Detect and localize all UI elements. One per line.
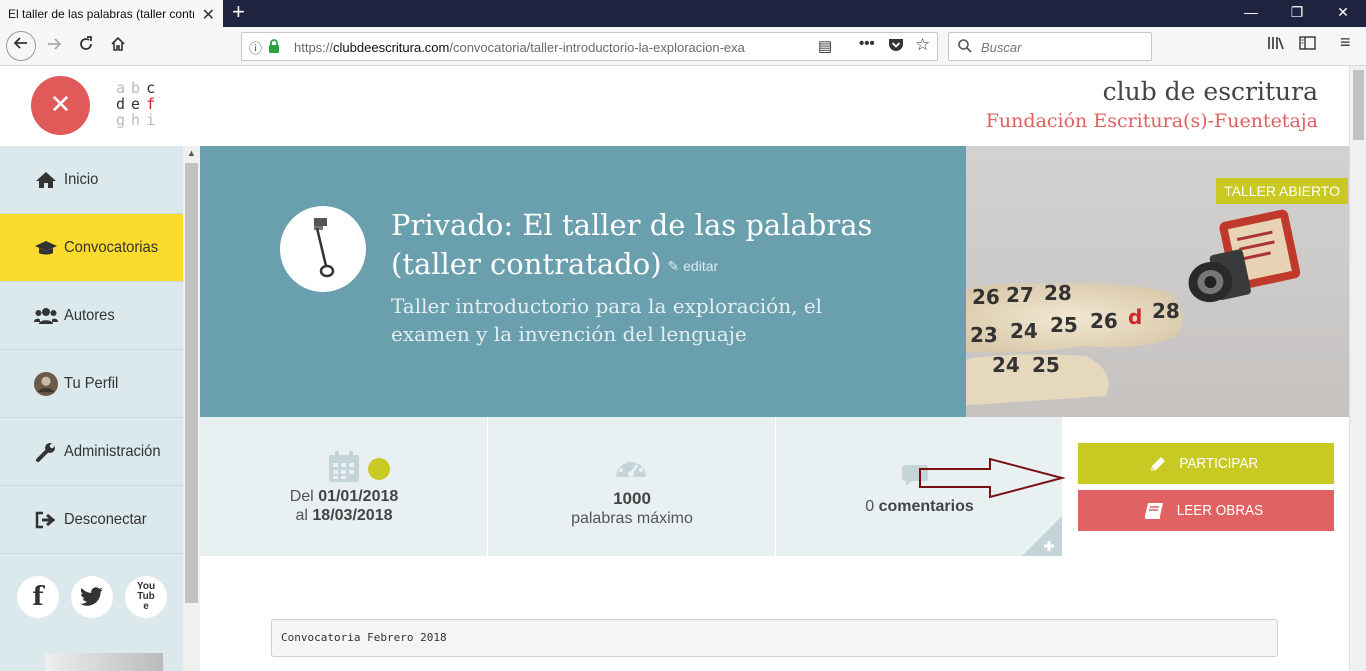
search-bar[interactable]: Buscar <box>948 32 1152 61</box>
minimize-icon[interactable]: — <box>1228 0 1274 27</box>
url-bar[interactable]: ⓘ https://clubdeescritura.com/convocator… <box>241 32 938 61</box>
page-scroll-thumb[interactable] <box>1353 70 1364 140</box>
bookmark-star-icon[interactable]: ☆ <box>915 35 930 55</box>
svg-text:26: 26 <box>1090 309 1118 333</box>
svg-text:d: d <box>1128 305 1142 329</box>
wrench-icon <box>34 441 58 463</box>
search-icon <box>958 39 972 53</box>
book-icon <box>1145 502 1164 519</box>
svg-text:25: 25 <box>1032 353 1060 377</box>
sidebar-item-administracion[interactable]: Administración <box>0 418 183 486</box>
svg-text:28: 28 <box>1044 281 1072 305</box>
tab-title: El taller de las palabras (taller contra <box>8 6 194 21</box>
content-code-block: Convocatoria Febrero 2018 <box>271 619 1278 657</box>
sidebar-item-desconectar[interactable]: Desconectar <box>0 486 183 554</box>
users-icon <box>34 305 58 327</box>
browser-tab[interactable]: El taller de las palabras (taller contra… <box>0 0 223 27</box>
svg-text:23: 23 <box>970 323 998 347</box>
avatar-icon <box>34 371 58 396</box>
sidebar-toggle-icon[interactable] <box>1299 35 1316 56</box>
reader-view-icon[interactable]: ▤ <box>818 37 832 55</box>
sidebar-item-tu-perfil[interactable]: Tu Perfil <box>0 350 183 418</box>
menu-icon[interactable]: ≡ <box>1340 32 1351 53</box>
svg-text:25: 25 <box>1050 313 1078 337</box>
svg-text:26: 26 <box>972 285 1000 309</box>
more-actions-icon[interactable]: ••• <box>859 35 875 52</box>
pocket-icon[interactable] <box>888 37 904 56</box>
hero-banner: Privado: El taller de las palabras (tall… <box>200 146 966 417</box>
search-placeholder: Buscar <box>981 40 1022 55</box>
back-arrow-icon[interactable] <box>6 31 36 61</box>
reload-icon[interactable] <box>72 33 100 61</box>
brand-subtitle: Fundación Escritura(s)-Fuentetaja <box>985 110 1318 132</box>
browser-nav-bar: ⓘ https://clubdeescritura.com/convocator… <box>0 27 1366 66</box>
sidebar-scrollbar[interactable]: ▲ <box>183 146 200 671</box>
participar-button[interactable]: PARTICIPAR <box>1078 443 1334 484</box>
twitter-link[interactable] <box>71 576 113 618</box>
sidebar-bottom-image <box>45 653 163 671</box>
dates-cell: Del 01/01/2018 al 18/03/2018 <box>200 417 488 556</box>
window-close-icon[interactable]: ✕ <box>1320 0 1366 27</box>
comments-count: 0 comentarios <box>865 498 974 515</box>
browser-tab-bar: El taller de las palabras (taller contra… <box>0 0 1366 27</box>
key-avatar <box>280 206 366 292</box>
scroll-up-icon[interactable]: ▲ <box>187 148 196 158</box>
leer-obras-button[interactable]: LEER OBRAS <box>1078 490 1334 531</box>
forward-arrow-icon[interactable] <box>40 33 68 61</box>
page-title: Privado: El taller de las palabras (tall… <box>391 208 873 281</box>
annotation-arrow <box>919 457 1066 499</box>
lock-icon <box>269 39 279 53</box>
edit-link[interactable]: ✎ editar <box>668 258 719 274</box>
gauge-icon <box>616 457 646 477</box>
restore-icon[interactable]: ❐ <box>1274 0 1320 27</box>
hero-image: 26 27 28 23 24 25 26 d 28 24 25 TALLER A… <box>966 146 1349 417</box>
sidebar: Inicio Convocatorias Autores Tu Perfil A… <box>0 146 183 671</box>
status-dot <box>368 458 390 480</box>
library-icon[interactable] <box>1267 35 1285 56</box>
key-icon <box>314 218 335 278</box>
calendar-icon <box>329 451 359 482</box>
close-icon: ✕ <box>49 89 72 119</box>
facebook-link[interactable]: f <box>17 576 59 618</box>
brand-title[interactable]: club de escritura <box>1103 77 1318 106</box>
sidebar-item-inicio[interactable]: Inicio <box>0 146 183 214</box>
pencil-icon <box>1151 456 1166 471</box>
home-browser-icon[interactable] <box>104 33 132 61</box>
words-limit: 1000 palabras máximo <box>571 489 693 527</box>
page: ✕ abc def ghi club de escritura Fundació… <box>0 66 1349 671</box>
youtube-icon: YouTube <box>136 581 156 612</box>
sidebar-scroll-thumb[interactable] <box>185 163 198 603</box>
twitter-icon <box>80 587 103 606</box>
svg-text:24: 24 <box>1010 319 1038 343</box>
svg-text:28: 28 <box>1152 299 1180 323</box>
graduation-cap-icon <box>34 237 58 259</box>
sidebar-item-convocatorias[interactable]: Convocatorias <box>0 214 183 282</box>
svg-text:24: 24 <box>992 353 1020 377</box>
facebook-icon: f <box>32 582 44 612</box>
tab-close-icon[interactable]: ✕ <box>202 5 215 25</box>
svg-text:27: 27 <box>1006 283 1034 307</box>
date-range: Del 01/01/2018 al 18/03/2018 <box>289 488 399 524</box>
site-header: ✕ abc def ghi club de escritura Fundació… <box>0 66 1349 146</box>
site-info-icon[interactable]: ⓘ <box>249 38 262 57</box>
sign-out-icon <box>34 509 58 531</box>
add-comment-corner[interactable] <box>1022 516 1062 556</box>
page-scrollbar[interactable] <box>1349 66 1366 671</box>
sidebar-item-autores[interactable]: Autores <box>0 282 183 350</box>
close-menu-button[interactable]: ✕ <box>31 76 90 135</box>
home-icon <box>34 169 58 191</box>
new-tab-icon[interactable]: + <box>232 0 245 24</box>
status-badge: TALLER ABIERTO <box>1216 178 1348 204</box>
youtube-link[interactable]: YouTube <box>125 576 167 618</box>
words-cell: 1000 palabras máximo <box>488 417 776 556</box>
url-text: https://clubdeescritura.com/convocatoria… <box>294 40 745 55</box>
page-subtitle: Taller introductorio para la exploración… <box>391 294 823 346</box>
logo[interactable]: abc def ghi <box>116 80 161 128</box>
